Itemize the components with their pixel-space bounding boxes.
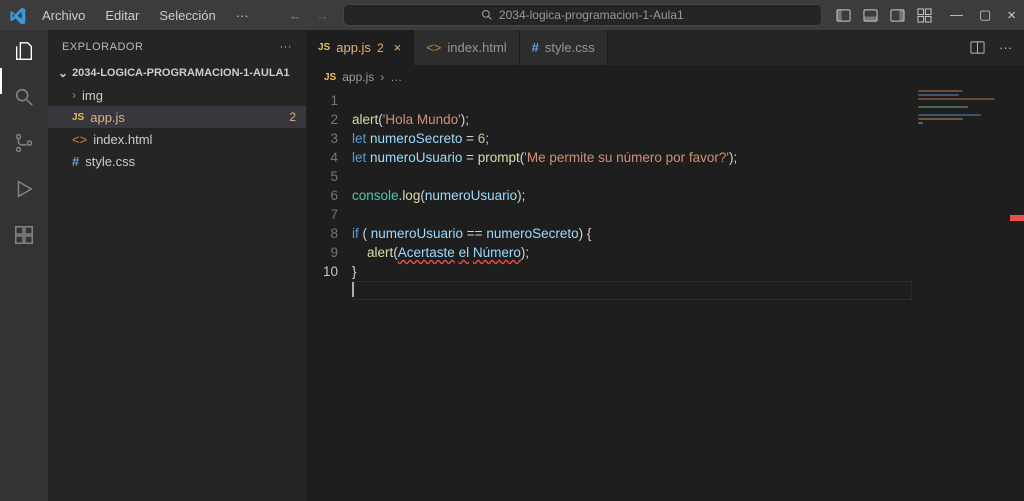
breadcrumb-file: app.js xyxy=(342,70,374,84)
css-file-icon: # xyxy=(72,154,79,169)
css-file-icon: # xyxy=(532,40,539,55)
project-name: 2034-LOGICA-PROGRAMACION-1-AULA1 xyxy=(72,67,290,79)
line-number: 3 xyxy=(306,129,338,148)
line-number: 9 xyxy=(306,243,338,262)
line-gutter: 1 2 3 4 5 6 7 8 9 10 xyxy=(306,91,352,338)
tab-index-html[interactable]: <> index.html xyxy=(414,30,519,65)
line-number: 1 xyxy=(306,91,338,110)
layout-controls xyxy=(836,8,932,23)
source-control-icon[interactable] xyxy=(13,132,35,154)
html-file-icon: <> xyxy=(72,132,87,147)
toggle-sidebar-left-icon[interactable] xyxy=(836,8,851,23)
line-number: 7 xyxy=(306,205,338,224)
error-marker[interactable] xyxy=(1010,215,1024,221)
maximize-icon[interactable]: ▢ xyxy=(979,7,991,24)
project-section[interactable]: ⌄ 2034-LOGICA-PROGRAMACION-1-AULA1 xyxy=(48,64,306,80)
nav-forward-icon[interactable]: → xyxy=(316,8,329,23)
tab-problems: 2 xyxy=(377,41,384,55)
customize-layout-icon[interactable] xyxy=(917,8,932,23)
sidebar-more-icon[interactable]: ··· xyxy=(280,41,293,53)
chevron-down-icon: ⌄ xyxy=(58,66,68,80)
sidebar-title-text: EXPLORADOR xyxy=(62,41,143,53)
menu-more[interactable]: ··· xyxy=(228,4,257,27)
nav-back-icon[interactable]: ← xyxy=(289,8,302,23)
code-editor[interactable]: 1 2 3 4 5 6 7 8 9 10 alert('Hola Mundo')… xyxy=(306,89,1024,338)
line-number: 10 xyxy=(306,262,338,281)
run-debug-icon[interactable] xyxy=(13,178,35,200)
chevron-right-icon: › xyxy=(72,88,76,102)
menu-seleccion[interactable]: Selección xyxy=(151,4,223,27)
js-file-icon: JS xyxy=(318,42,330,53)
main-menu: Archivo Editar Selección ··· xyxy=(34,4,257,27)
breadcrumb-more: … xyxy=(390,70,402,84)
command-center-text: 2034-logica-programacion-1-Aula1 xyxy=(499,8,684,22)
close-tab-icon[interactable]: × xyxy=(394,40,402,55)
file-style-css[interactable]: # style.css xyxy=(48,150,306,172)
tab-label: app.js xyxy=(336,40,371,55)
file-label: style.css xyxy=(85,154,135,169)
breadcrumb-sep: › xyxy=(380,70,384,84)
split-editor-icon[interactable] xyxy=(970,40,985,55)
search-activity-icon[interactable] xyxy=(13,86,35,108)
editor-area: JS app.js 2 × <> index.html # style.css … xyxy=(306,30,1024,501)
close-icon[interactable]: × xyxy=(1007,7,1016,24)
titlebar: Archivo Editar Selección ··· ← → 2034-lo… xyxy=(0,0,1024,30)
minimize-icon[interactable]: — xyxy=(950,7,963,24)
tab-app-js[interactable]: JS app.js 2 × xyxy=(306,30,414,65)
line-number: 8 xyxy=(306,224,338,243)
line-number: 6 xyxy=(306,186,338,205)
html-file-icon: <> xyxy=(426,40,441,55)
line-number: 5 xyxy=(306,167,338,186)
nav-arrows: ← → xyxy=(289,8,329,23)
overview-ruler[interactable] xyxy=(1010,65,1024,501)
tab-label: style.css xyxy=(545,40,595,55)
menu-archivo[interactable]: Archivo xyxy=(34,4,93,27)
file-app-js[interactable]: JS app.js 2 xyxy=(48,106,306,128)
explorer-sidebar: EXPLORADOR ··· ⌄ 2034-LOGICA-PROGRAMACIO… xyxy=(48,30,306,501)
tab-utilities: ··· xyxy=(970,30,1024,65)
editor-tabs: JS app.js 2 × <> index.html # style.css … xyxy=(306,30,1024,65)
activity-bar xyxy=(0,30,48,501)
tab-label: index.html xyxy=(447,40,506,55)
command-center[interactable]: 2034-logica-programacion-1-Aula1 xyxy=(343,4,822,26)
toggle-panel-icon[interactable] xyxy=(863,8,878,23)
breadcrumb[interactable]: JS app.js › … xyxy=(306,65,1024,89)
search-icon xyxy=(481,9,493,21)
activity-indicator xyxy=(0,68,2,94)
file-label: app.js xyxy=(90,110,125,125)
js-file-icon: JS xyxy=(324,72,336,83)
folder-label: img xyxy=(82,88,103,103)
folder-img[interactable]: › img xyxy=(48,84,306,106)
code-content[interactable]: alert('Hola Mundo'); let numeroSecreto =… xyxy=(352,91,1024,338)
toggle-sidebar-right-icon[interactable] xyxy=(890,8,905,23)
cursor xyxy=(352,282,354,297)
extensions-icon[interactable] xyxy=(13,224,35,246)
explorer-icon[interactable] xyxy=(13,40,35,62)
file-tree: › img JS app.js 2 <> index.html # style.… xyxy=(48,80,306,172)
file-index-html[interactable]: <> index.html xyxy=(48,128,306,150)
tab-style-css[interactable]: # style.css xyxy=(520,30,608,65)
minimap[interactable] xyxy=(918,90,1008,128)
file-label: index.html xyxy=(93,132,152,147)
problems-badge: 2 xyxy=(289,110,296,124)
sidebar-title: EXPLORADOR ··· xyxy=(48,30,306,64)
line-number: 4 xyxy=(306,148,338,167)
js-file-icon: JS xyxy=(72,112,84,123)
line-number: 2 xyxy=(306,110,338,129)
vscode-logo-icon xyxy=(0,7,34,24)
menu-editar[interactable]: Editar xyxy=(97,4,147,27)
window-controls: — ▢ × xyxy=(950,7,1016,24)
tab-more-icon[interactable]: ··· xyxy=(999,40,1012,55)
